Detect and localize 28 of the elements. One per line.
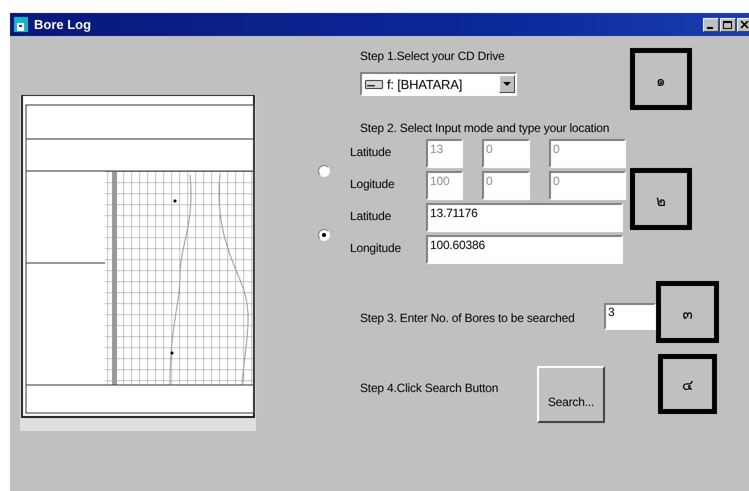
field-label: Latitude <box>350 208 392 225</box>
maximize-button[interactable] <box>720 18 736 32</box>
input-field[interactable]: 3 <box>604 303 656 330</box>
input-field[interactable]: 13.71176 <box>426 203 623 232</box>
step-number-box: ๔ <box>658 354 717 414</box>
maximize-icon <box>723 20 733 28</box>
radio-button[interactable] <box>318 229 330 241</box>
input-field[interactable]: 100.60386 <box>426 235 623 264</box>
field-label: Longitude <box>350 240 402 257</box>
radio-button[interactable] <box>318 165 330 177</box>
close-icon <box>740 20 749 28</box>
drive-icon <box>365 78 383 90</box>
minimize-icon <box>707 26 713 28</box>
window-title: Bore Log <box>34 17 92 32</box>
field-label: Logitude <box>350 176 396 193</box>
drive-dropdown[interactable]: f: [BHATARA] <box>360 72 517 96</box>
step-number-box: ๒ <box>630 168 692 230</box>
search-button[interactable]: Search... <box>537 366 605 423</box>
minimize-button[interactable] <box>703 18 719 32</box>
step-label: Step 1.Select your CD Drive <box>360 49 506 63</box>
step-label: Step 4.Click Search Button <box>360 381 500 395</box>
step-number-box: ๑ <box>630 48 692 110</box>
field-label: Latitude <box>350 144 392 161</box>
app-icon <box>14 17 28 32</box>
step-label: Step 2. Select Input mode and type your location <box>360 121 610 135</box>
close-button[interactable] <box>737 18 749 32</box>
step-number-box: ๓ <box>656 281 719 343</box>
step-label: Step 3. Enter No. of Bores to be searched <box>360 311 576 325</box>
